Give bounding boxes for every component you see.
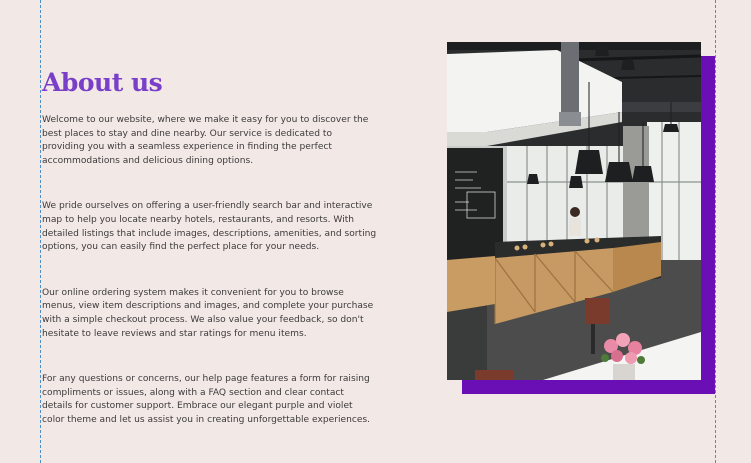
about-paragraph-welcome: Welcome to our website, where we make it…	[42, 115, 369, 166]
page-title: About us	[42, 68, 163, 97]
about-paragraph-search: We pride ourselves on offering a user-fr…	[42, 201, 377, 253]
about-paragraph-ordering: Our online ordering system makes it conv…	[42, 287, 374, 339]
hero-image-group	[447, 42, 715, 394]
right-layout-guide	[715, 0, 716, 463]
about-paragraph-support: For any questions or concerns, our help …	[42, 374, 371, 425]
cafe-interior-photo	[447, 42, 701, 380]
left-layout-guide	[40, 0, 41, 463]
about-section: About us Welcome to our website, where w…	[42, 68, 377, 460]
